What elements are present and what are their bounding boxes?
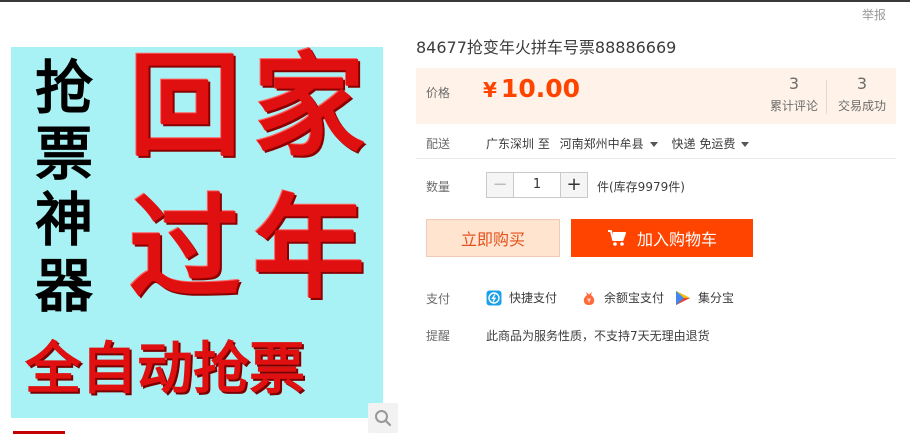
thumbnail-selected-indicator[interactable] [13,431,65,434]
shipping-method-select[interactable]: 快递 免运费 [672,137,760,151]
shipping-label: 配送 [426,137,451,151]
shipping-method: 快递 免运费 [671,137,736,151]
stock-info: 件(库存9979件) [597,180,685,194]
quantity-decrease-button[interactable]: − [486,172,514,198]
price-currency: ¥ [483,78,497,102]
chevron-down-icon [649,141,658,147]
payment-label: 支付 [426,292,451,306]
money-bag-icon: ¥ [583,291,595,305]
stat-divider [826,80,827,114]
payment-quick-pay: 快捷支付 [486,289,557,306]
price-panel: 价格 ¥10.00 3 累计评论 3 交易成功 [416,68,896,124]
sales-count-stat: 3 交易成功 [834,75,890,114]
payment-jifenbao: 集分宝 [675,289,734,306]
buy-now-button[interactable]: 立即购买 [426,219,560,257]
review-count-label: 累计评论 [769,99,818,113]
magnifier-icon [375,410,392,427]
price-value: ¥10.00 [483,74,580,103]
sales-count: 3 [856,74,868,93]
image-bottom-text: 全自动抢票 [25,337,305,402]
sales-count-label: 交易成功 [837,99,886,113]
add-to-cart-button[interactable]: 加入购物车 [571,219,753,257]
price-amount: 10.00 [500,74,580,103]
shipping-origin: 广东深圳 至 [486,137,550,151]
zoom-button[interactable] [368,403,398,433]
quantity-increase-button[interactable]: + [560,172,588,198]
jifenbao-label: 集分宝 [698,291,735,305]
section-divider [416,158,896,159]
report-link[interactable]: 举报 [862,6,886,23]
chevron-down-icon [741,141,750,147]
image-char-1: 回 [129,47,241,172]
shipping-info: 广东深圳 至 河南郑州中牟县 快递 免运费 [486,135,759,152]
image-char-3: 过 [129,184,241,314]
add-to-cart-label: 加入购物车 [636,230,717,249]
image-char-2: 家 [253,47,365,172]
review-count-stat[interactable]: 3 累计评论 [766,75,822,114]
top-border [0,0,910,2]
jifenbao-icon [676,290,690,305]
quantity-input[interactable]: 1 [514,172,560,198]
quick-pay-icon [486,290,502,305]
quantity-label: 数量 [426,180,451,194]
reminder-label: 提醒 [426,329,451,343]
yuebao-label: 余额宝支付 [604,291,665,305]
product-main-image[interactable]: 抢票神器 回 家 过 年 全自动抢票 [11,47,383,418]
price-label: 价格 [426,86,451,100]
image-side-text: 抢票神器 [34,54,93,320]
shipping-destination: 河南郑州中牟县 [559,137,644,151]
svg-text:¥: ¥ [587,297,591,304]
quantity-stepper: − 1 + [486,172,588,198]
quick-pay-label: 快捷支付 [509,291,558,305]
product-title: 84677抢变年火拼车号票88886669 [416,38,677,57]
image-char-4: 年 [253,184,365,314]
payment-yuebao: ¥ 余额宝支付 [581,289,664,306]
cart-icon [607,230,626,246]
shipping-destination-select[interactable]: 河南郑州中牟县 [560,137,672,151]
review-count: 3 [788,74,800,93]
reminder-text: 此商品为服务性质，不支持7天无理由退货 [486,329,710,343]
